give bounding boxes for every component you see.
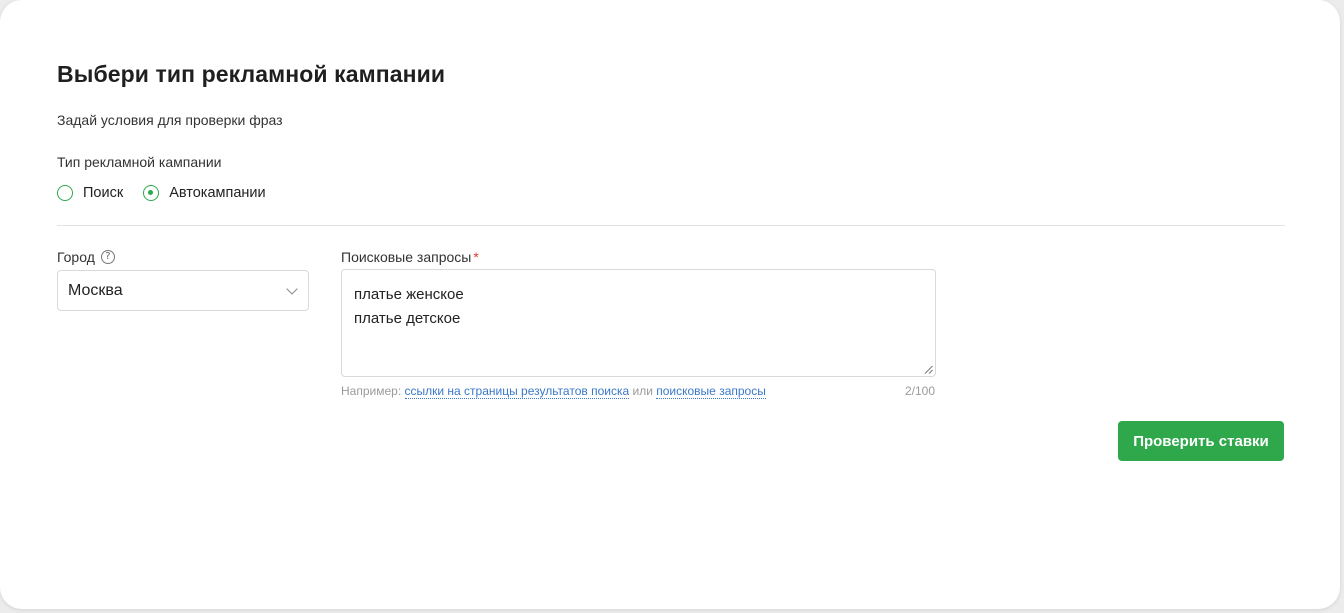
section-divider <box>57 225 1285 226</box>
chevron-down-icon <box>286 282 298 295</box>
radio-search[interactable]: Поиск <box>57 185 123 201</box>
city-label: Город ? <box>57 249 115 265</box>
city-select[interactable]: Москва <box>57 270 309 311</box>
search-queries-textarea[interactable]: платье женское платье детское <box>341 269 936 377</box>
page-subtitle: Задай условия для проверки фраз <box>57 112 283 128</box>
hint-link-search-results[interactable]: ссылки на страницы результатов поиска <box>404 384 630 399</box>
radio-search-circle[interactable] <box>57 185 73 201</box>
campaign-form-card: Выбери тип рекламной кампании Задай усло… <box>0 0 1340 609</box>
city-select-value: Москва <box>68 281 123 299</box>
radio-autocampaigns-label: Автокампании <box>169 185 266 201</box>
hint-link-search-queries[interactable]: поисковые запросы <box>656 384 766 399</box>
search-queries-label-text: Поисковые запросы <box>341 249 472 265</box>
radio-search-label: Поиск <box>83 185 124 201</box>
query-line: платье женское <box>354 286 464 303</box>
required-asterisk: * <box>473 249 479 265</box>
check-bids-button[interactable]: Проверить ставки <box>1118 421 1284 461</box>
hint-or: или <box>632 384 653 398</box>
campaign-type-label: Тип рекламной кампании <box>57 154 222 170</box>
resize-handle-icon[interactable] <box>924 365 933 374</box>
question-circle-icon[interactable]: ? <box>100 250 115 264</box>
radio-autocampaigns-circle[interactable] <box>143 185 160 201</box>
radio-autocampaigns[interactable]: Автокампании <box>143 185 266 201</box>
queries-hint: Например: ссылки на страницы результатов… <box>341 384 766 399</box>
hint-prefix: Например: <box>341 384 402 398</box>
city-label-text: Город <box>57 249 95 265</box>
campaign-type-radio-group: Поиск Автокампании <box>57 185 286 201</box>
query-line: платье детское <box>354 310 461 327</box>
search-queries-label: Поисковые запросы * <box>341 249 479 265</box>
queries-counter: 2/100 <box>904 384 935 398</box>
page-title: Выбери тип рекламной кампании <box>57 61 446 87</box>
